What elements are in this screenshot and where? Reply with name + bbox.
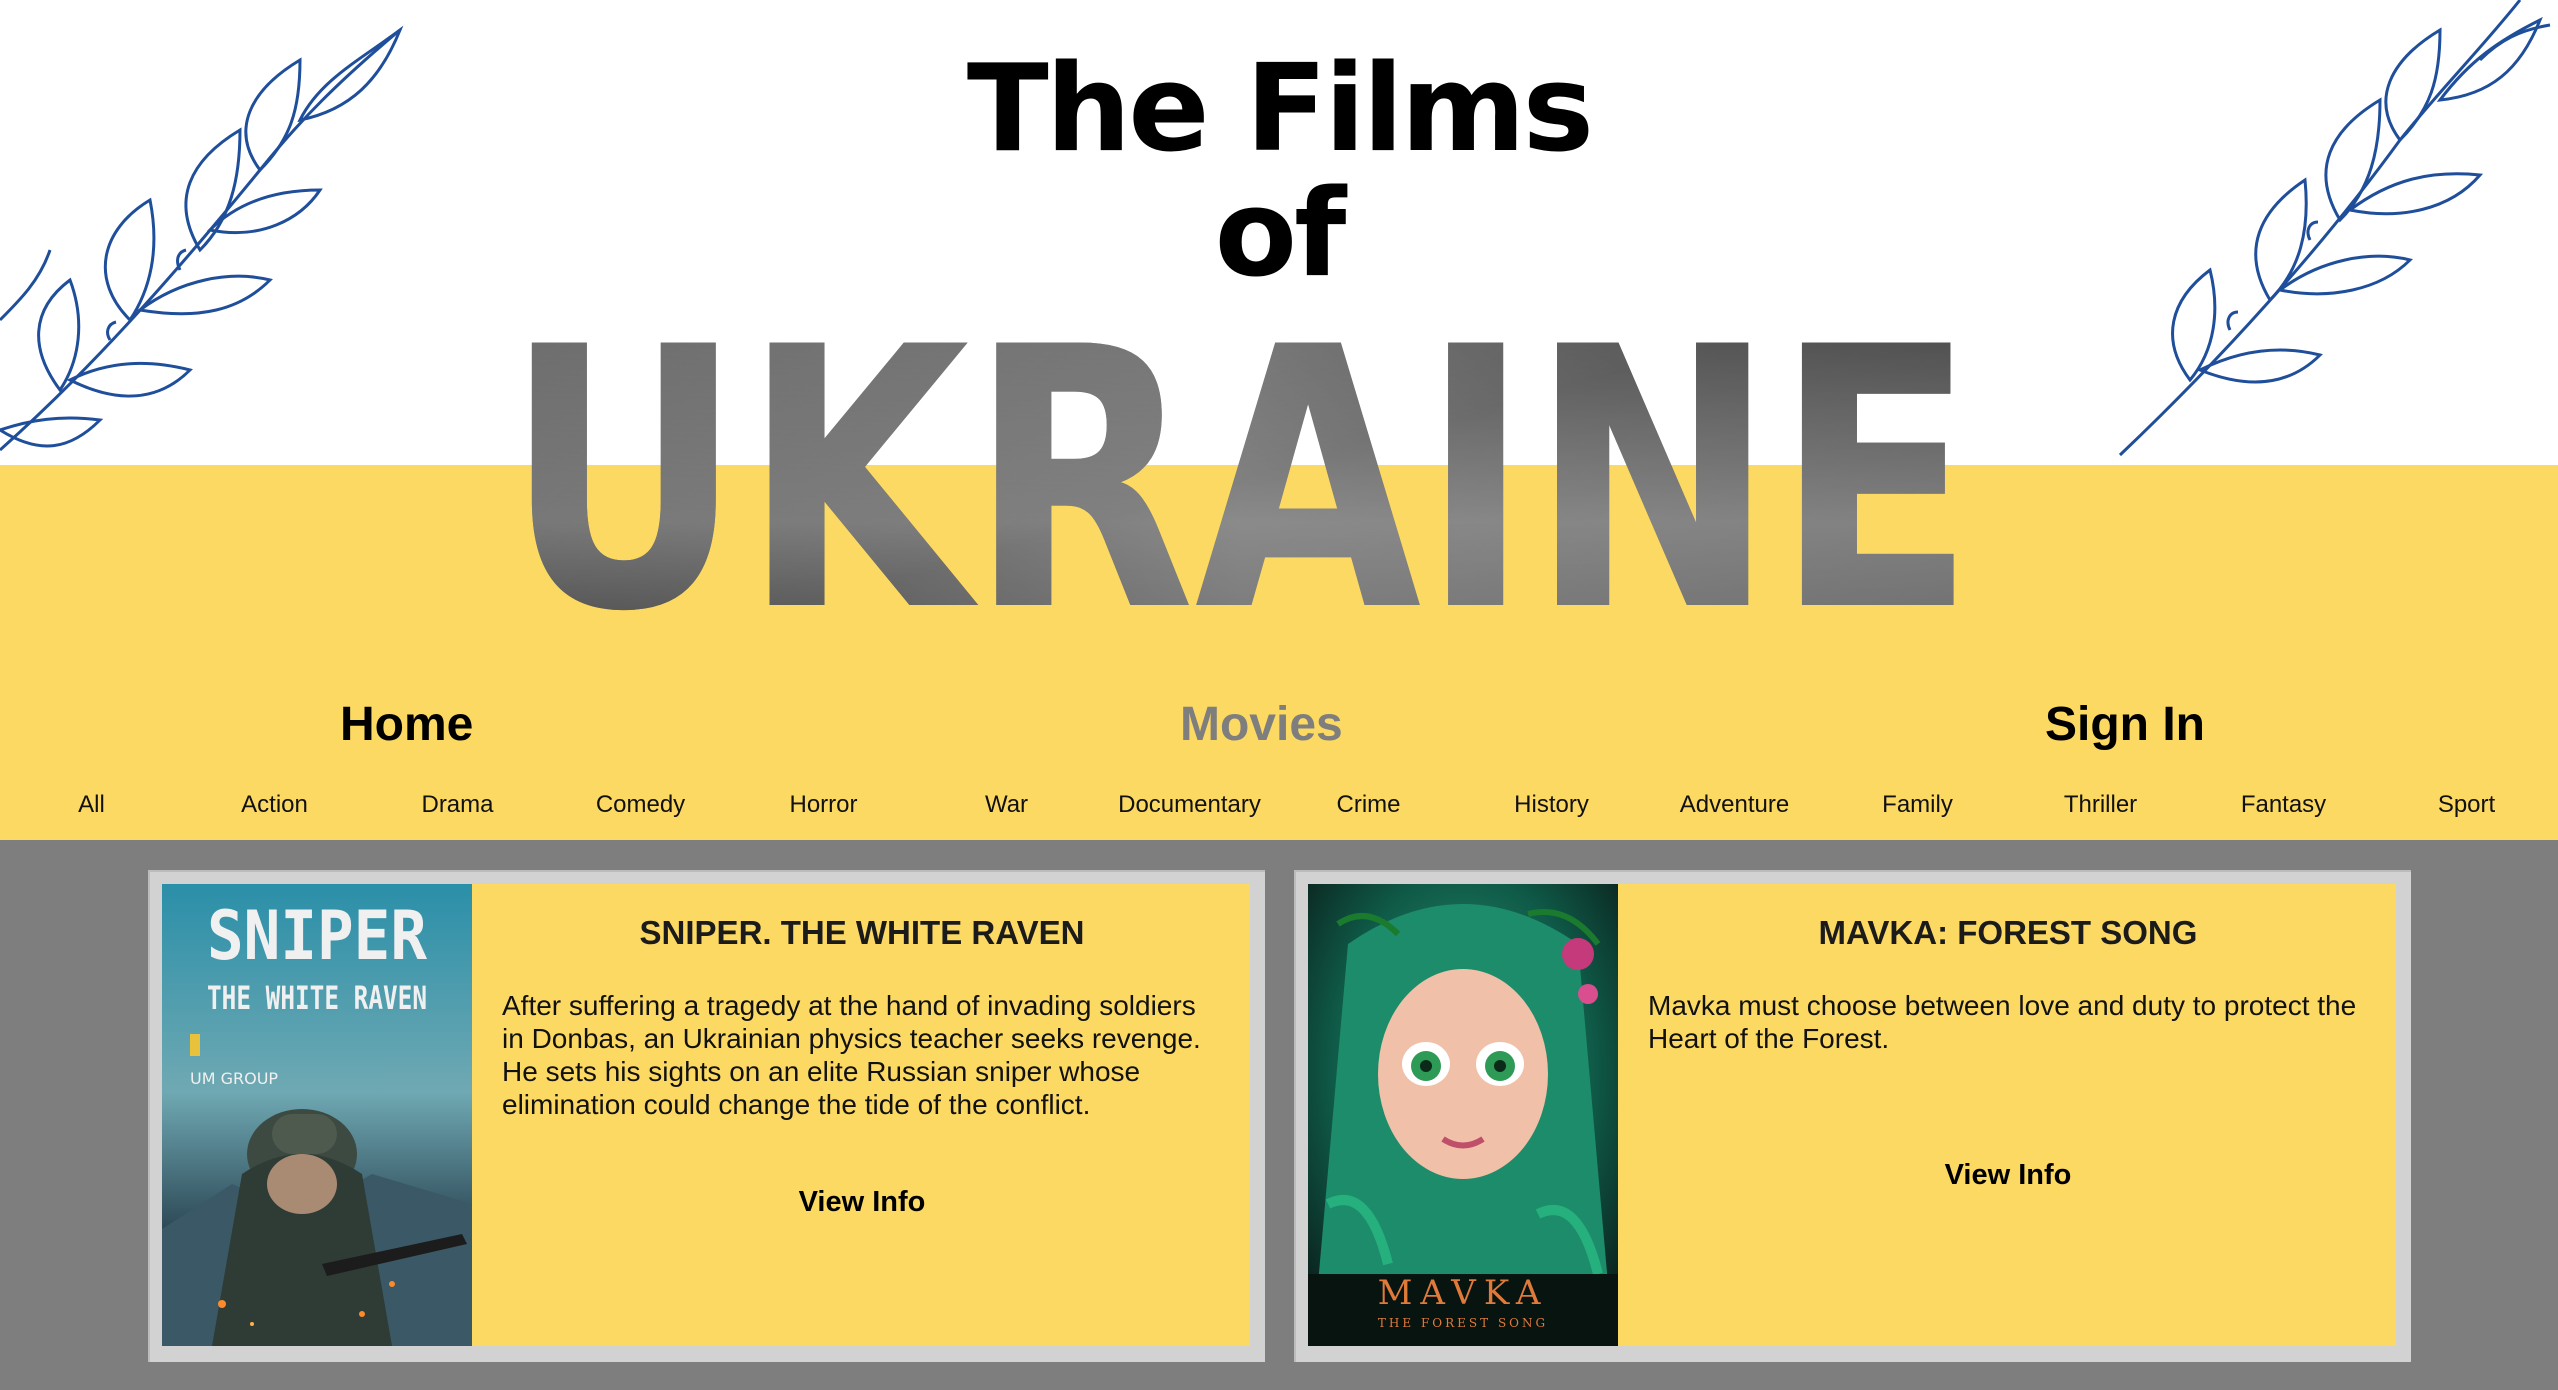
poster-subtitle-mavka: THE FOREST SONG (1378, 1316, 1548, 1330)
svg-text:UKRAINE: UKRAINE (505, 320, 1975, 620)
genre-comedy[interactable]: Comedy (549, 780, 732, 830)
genre-action[interactable]: Action (183, 780, 366, 830)
genre-sport[interactable]: Sport (2375, 780, 2558, 830)
genre-horror[interactable]: Horror (732, 780, 915, 830)
genre-fantasy[interactable]: Fantasy (2192, 780, 2375, 830)
genre-adventure[interactable]: Adventure (1643, 780, 1826, 830)
poster-title-sniper: SNIPER (207, 897, 427, 976)
nav-movies-link[interactable]: Movies (1180, 690, 1343, 760)
film-card: MAVKA THE FOREST SONG MAVKA: FOREST SONG… (1294, 870, 2411, 1362)
film-description: Mavka must choose between love and duty … (1648, 990, 2357, 1054)
genre-documentary[interactable]: Documentary (1098, 780, 1281, 830)
view-info-button[interactable]: View Info (1648, 1159, 2368, 1192)
site-title-line-1: The Films (966, 40, 1594, 179)
genre-war[interactable]: War (915, 780, 1098, 830)
poster-title-mavka: MAVKA (1378, 1273, 1549, 1313)
poster-logo-sniper: UM GROUP (190, 1069, 278, 1088)
genre-filter-bar: All Action Drama Comedy Horror War Docum… (0, 780, 2558, 830)
film-title: MAVKA: FOREST SONG (1818, 914, 2198, 951)
ukraine-photo-title: UKRAINE UKRAINE UKRAINE (500, 271, 2000, 690)
film-card-panel: SNIPER THE WHITE RAVEN UM GROUP SNIPER. … (162, 884, 1250, 1346)
genre-crime[interactable]: Crime (1277, 780, 1460, 830)
film-poster-sniper[interactable]: SNIPER THE WHITE RAVEN UM GROUP (162, 884, 472, 1346)
film-card-body: SNIPER. THE WHITE RAVEN After suffering … (502, 884, 1222, 1346)
genre-drama[interactable]: Drama (366, 780, 549, 830)
film-description: After suffering a tragedy at the hand of… (502, 990, 1201, 1120)
site-title-line-2: of (1214, 165, 1347, 304)
film-card-body: MAVKA: FOREST SONG Mavka must choose bet… (1648, 884, 2368, 1346)
film-card: SNIPER THE WHITE RAVEN UM GROUP SNIPER. … (148, 870, 1265, 1362)
genre-family[interactable]: Family (1826, 780, 2009, 830)
poster-subtitle-sniper: THE WHITE RAVEN (207, 979, 427, 1017)
genre-all[interactable]: All (0, 780, 183, 830)
genre-thriller[interactable]: Thriller (2009, 780, 2192, 830)
nav-home-link[interactable]: Home (340, 690, 473, 760)
nav-sign-in-link[interactable]: Sign In (2045, 690, 2205, 760)
genre-history[interactable]: History (1460, 780, 1643, 830)
film-poster-mavka[interactable]: MAVKA THE FOREST SONG (1308, 884, 1618, 1346)
film-title: SNIPER. THE WHITE RAVEN (639, 914, 1085, 951)
film-card-panel: MAVKA THE FOREST SONG MAVKA: FOREST SONG… (1308, 884, 2396, 1346)
view-info-button[interactable]: View Info (502, 1186, 1222, 1219)
